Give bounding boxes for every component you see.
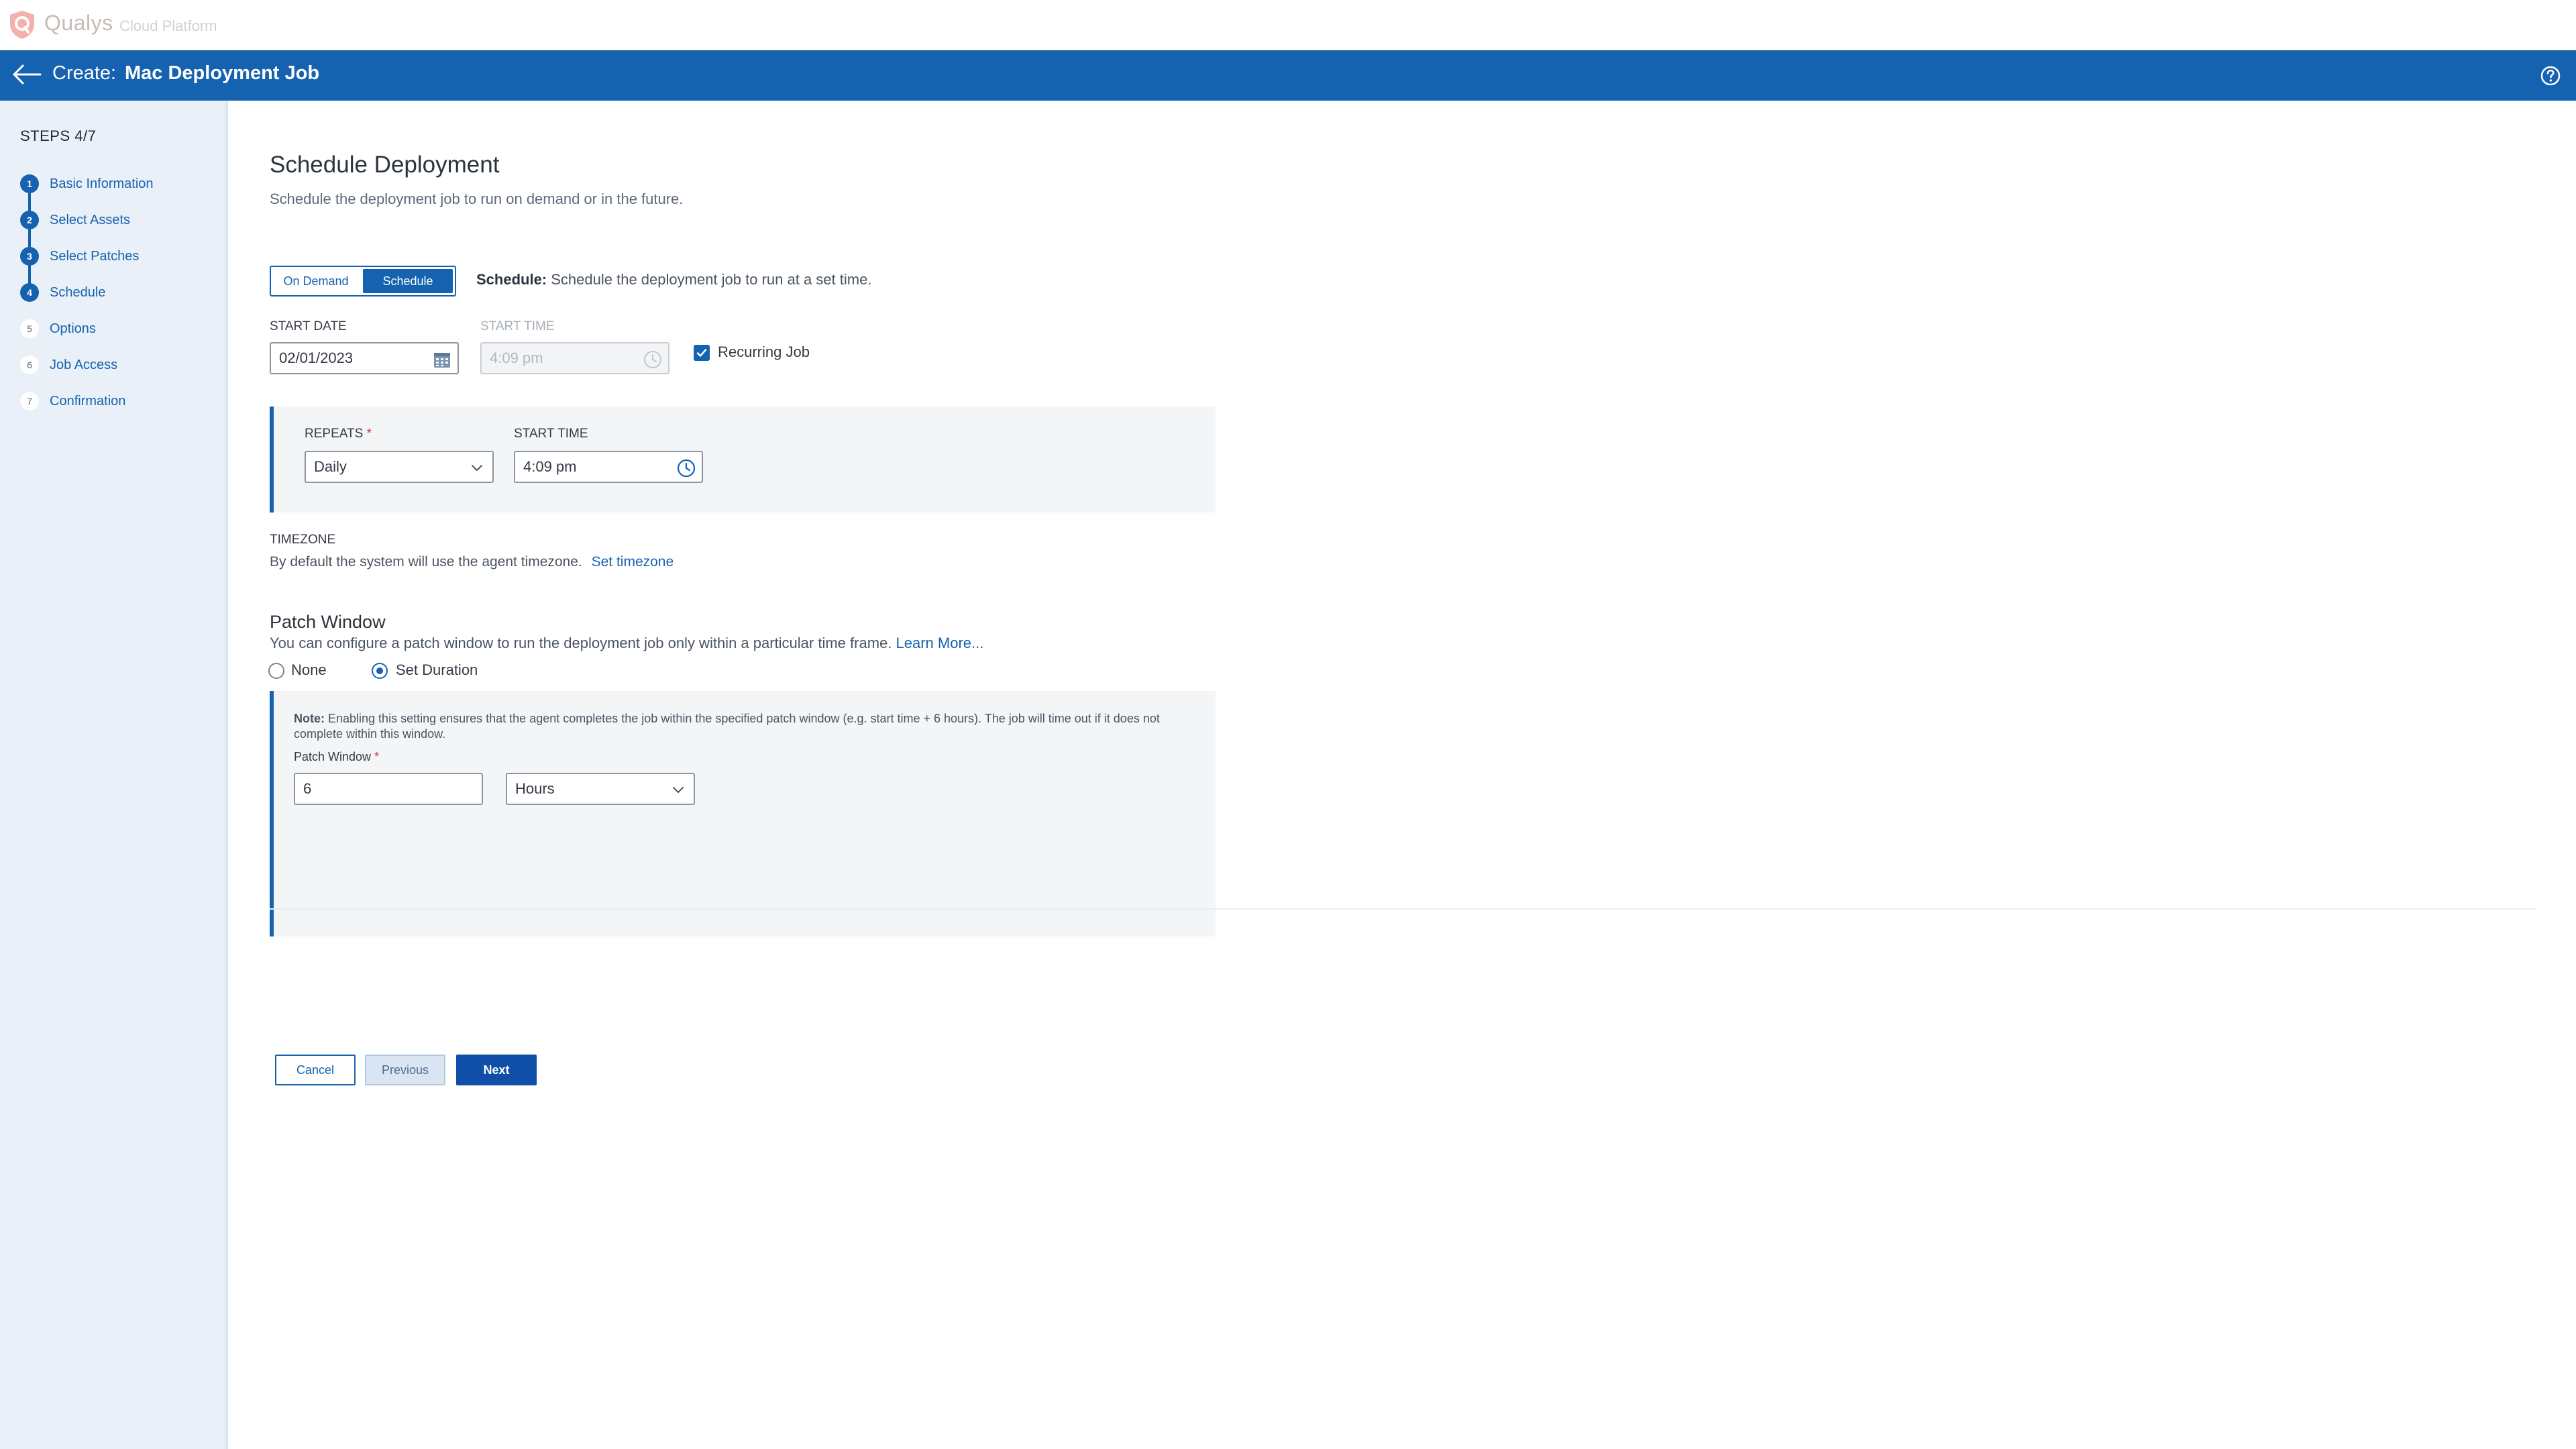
repeat-start-time-input[interactable]: 4:09 pm: [514, 451, 703, 483]
repeats-label: REPEATS *: [305, 427, 372, 441]
timezone-text: By default the system will use the agent…: [270, 554, 582, 570]
patch-window-set-duration-radio[interactable]: [372, 663, 388, 679]
step-basic-information[interactable]: 1 Basic Information: [20, 173, 154, 195]
chevron-down-icon: [472, 465, 482, 471]
step-label: Job Access: [50, 357, 118, 372]
note-bold: Note:: [294, 712, 325, 725]
timezone-label: TIMEZONE: [270, 533, 336, 547]
step-confirmation[interactable]: 7 Confirmation: [20, 390, 125, 412]
section-title: Schedule Deployment: [270, 152, 500, 178]
title-bar: Create: Mac Deployment Job: [0, 50, 2576, 101]
step-schedule[interactable]: 4 Schedule: [20, 282, 105, 303]
step-number: 4: [20, 283, 39, 302]
step-select-patches[interactable]: 3 Select Patches: [20, 246, 139, 267]
step-select-assets[interactable]: 2 Select Assets: [20, 209, 130, 231]
repeat-start-time-value: 4:09 pm: [523, 458, 577, 475]
recurring-job-label: Recurring Job: [718, 343, 810, 360]
patch-window-title: Patch Window: [270, 612, 386, 632]
clock-icon: [644, 351, 661, 368]
footer-divider: [270, 908, 2536, 910]
brand-name: Qualys: [44, 11, 113, 35]
calendar-icon[interactable]: [432, 350, 452, 370]
step-number: 6: [20, 356, 39, 374]
start-time-input-disabled: 4:09 pm: [480, 342, 669, 374]
progress-line: [28, 188, 31, 297]
recurring-job-checkbox[interactable]: [694, 345, 710, 361]
start-date-label: START DATE: [270, 319, 347, 333]
step-label: Schedule: [50, 284, 106, 300]
schedule-mode-toggle: On Demand Schedule: [270, 266, 456, 297]
steps-counter: STEPS 4/7: [20, 127, 97, 144]
brand-subtitle: Cloud Platform: [119, 17, 217, 34]
note-text: Enabling this setting ensures that the a…: [294, 712, 1160, 741]
required-marker: *: [374, 750, 380, 763]
step-number: 5: [20, 319, 39, 338]
step-label: Select Patches: [50, 248, 140, 264]
brand-bar: Qualys Cloud Platform: [0, 0, 2576, 50]
patch-window-note: Note: Enabling this setting ensures that…: [294, 711, 1186, 742]
patch-window-field-label: Patch Window *: [294, 750, 379, 764]
start-date-value: 02/01/2023: [279, 350, 354, 366]
set-timezone-link[interactable]: Set timezone: [592, 554, 674, 570]
step-label: Confirmation: [50, 393, 126, 409]
start-time-disabled-value: 4:09 pm: [490, 350, 543, 366]
schedule-button[interactable]: Schedule: [363, 269, 453, 293]
clock-icon[interactable]: [676, 458, 696, 478]
back-arrow-icon[interactable]: [11, 62, 42, 87]
patch-window-none-label: None: [291, 661, 327, 678]
learn-more-link[interactable]: Learn More...: [896, 635, 984, 651]
cancel-button[interactable]: Cancel: [275, 1055, 356, 1085]
help-icon[interactable]: [2540, 65, 2561, 87]
patch-window-unit-select[interactable]: Hours: [506, 773, 695, 805]
patch-window-desc-text: You can configure a patch window to run …: [270, 635, 892, 651]
step-number: 2: [20, 211, 39, 229]
repeats-label-text: REPEATS: [305, 427, 364, 441]
recurrence-panel: REPEATS * Daily START TIME 4:09 pm: [270, 407, 1216, 513]
step-label: Options: [50, 321, 96, 336]
next-button[interactable]: Next: [456, 1055, 537, 1085]
step-number: 3: [20, 247, 39, 266]
repeats-select[interactable]: Daily: [305, 451, 494, 483]
title-prefix: Create:: [52, 62, 117, 84]
on-demand-button[interactable]: On Demand: [271, 267, 361, 295]
section-subtitle: Schedule the deployment job to run on de…: [270, 191, 684, 207]
mode-description: Schedule: Schedule the deployment job to…: [476, 271, 871, 288]
start-date-input[interactable]: 02/01/2023: [270, 342, 459, 374]
required-marker: *: [366, 427, 372, 441]
patch-window-none-radio[interactable]: [268, 663, 284, 679]
patch-window-panel: Note: Enabling this setting ensures that…: [270, 691, 1216, 936]
step-number: 1: [20, 174, 39, 193]
main-content: Schedule Deployment Schedule the deploym…: [231, 101, 2576, 1449]
repeat-start-time-label: START TIME: [514, 427, 588, 441]
mode-description-bold: Schedule:: [476, 271, 547, 288]
patch-window-unit-value: Hours: [515, 780, 555, 797]
start-time-label-disabled: START TIME: [480, 319, 555, 333]
patch-window-set-duration-label: Set Duration: [396, 661, 478, 678]
step-number: 7: [20, 392, 39, 411]
mode-description-text: Schedule the deployment job to run at a …: [547, 271, 872, 288]
chevron-down-icon: [673, 787, 684, 793]
step-label: Select Assets: [50, 212, 131, 227]
step-job-access[interactable]: 6 Job Access: [20, 354, 117, 376]
qualys-logo-icon: [10, 11, 34, 39]
step-label: Basic Information: [50, 176, 154, 191]
timezone-description: By default the system will use the agent…: [270, 554, 674, 570]
previous-button[interactable]: Previous: [365, 1055, 445, 1085]
patch-window-duration-input[interactable]: 6: [294, 773, 483, 805]
patch-window-field-label-text: Patch Window: [294, 750, 372, 763]
steps-sidebar: STEPS 4/7 1 Basic Information 2 Select A…: [0, 101, 228, 1449]
page-title: Mac Deployment Job: [125, 62, 320, 84]
step-options[interactable]: 5 Options: [20, 318, 96, 339]
patch-window-description: You can configure a patch window to run …: [270, 635, 983, 652]
patch-window-duration-value: 6: [303, 780, 312, 797]
repeats-value: Daily: [314, 458, 347, 475]
